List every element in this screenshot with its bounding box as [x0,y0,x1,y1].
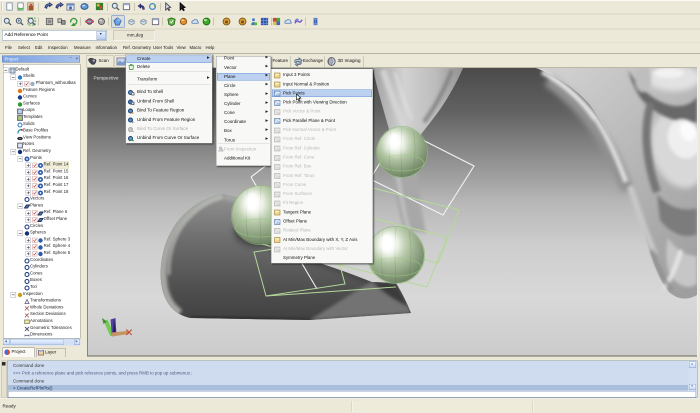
svg-text:Perspective: Perspective [94,76,119,82]
